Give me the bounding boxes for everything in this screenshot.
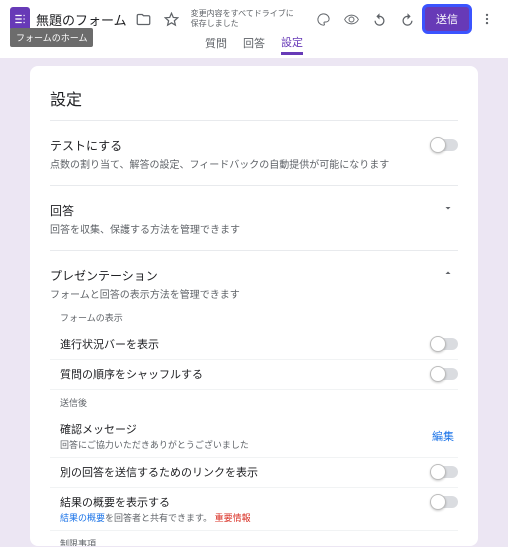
row-shuffle-title: 質問の順序をシャッフルする	[60, 366, 424, 383]
row-confirm-sub: 回答にご協力いただきありがとうございました	[60, 438, 424, 451]
toggle-progress-bar[interactable]	[432, 338, 458, 350]
redo-icon[interactable]	[396, 8, 418, 30]
toggle-summary[interactable]	[432, 496, 458, 508]
group-form-display: フォームの表示	[50, 305, 458, 330]
tab-settings[interactable]: 設定	[281, 34, 303, 55]
toggle-shuffle[interactable]	[432, 368, 458, 380]
form-title[interactable]: 無題のフォーム	[36, 10, 127, 29]
section-presentation-sub: フォームと回答の表示方法を管理できます	[50, 286, 438, 301]
tab-questions[interactable]: 質問	[205, 35, 227, 55]
section-presentation-title: プレゼンテーション	[50, 267, 438, 286]
chevron-up-icon[interactable]	[438, 267, 458, 279]
toggle-submit-another[interactable]	[432, 466, 458, 478]
row-progress-title: 進行状況バーを表示	[60, 336, 424, 353]
summary-link[interactable]: 結果の概要	[60, 513, 105, 523]
section-test-title: テストにする	[50, 137, 432, 156]
row-another-title: 別の回答を送信するためのリンクを表示	[60, 464, 424, 481]
star-icon[interactable]	[161, 8, 183, 30]
settings-card: 設定 テストにする 点数の割り当て、解答の設定、フィードバックの自動提供が可能に…	[30, 66, 478, 546]
more-icon[interactable]	[476, 8, 498, 30]
section-responses-title: 回答	[50, 202, 438, 221]
row-confirm-title: 確認メッセージ	[60, 421, 424, 438]
row-summary-sub: 結果の概要を回答者と共有できます。 重要情報	[60, 511, 424, 524]
folder-icon[interactable]	[133, 8, 155, 30]
summary-warn[interactable]: 重要情報	[215, 513, 251, 523]
customize-theme-icon[interactable]	[312, 8, 334, 30]
tab-responses[interactable]: 回答	[243, 35, 265, 55]
section-responses-sub: 回答を収集、保護する方法を管理できます	[50, 221, 438, 236]
send-button[interactable]: 送信	[424, 6, 470, 32]
tooltip-forms-home: フォームのホーム	[10, 28, 93, 47]
preview-icon[interactable]	[340, 8, 362, 30]
save-status: 変更内容をすべてドライブに 保存しました	[189, 9, 306, 28]
row-summary-title: 結果の概要を表示する	[60, 494, 424, 511]
section-test-sub: 点数の割り当て、解答の設定、フィードバックの自動提供が可能になります	[50, 156, 432, 171]
edit-confirm-link[interactable]: 編集	[432, 428, 458, 444]
group-after-submit: 送信後	[50, 390, 458, 415]
group-restrictions: 制限事項	[50, 531, 458, 546]
undo-icon[interactable]	[368, 8, 390, 30]
toggle-make-quiz[interactable]	[432, 139, 458, 151]
page-title: 設定	[50, 82, 458, 120]
chevron-down-icon[interactable]	[438, 202, 458, 214]
